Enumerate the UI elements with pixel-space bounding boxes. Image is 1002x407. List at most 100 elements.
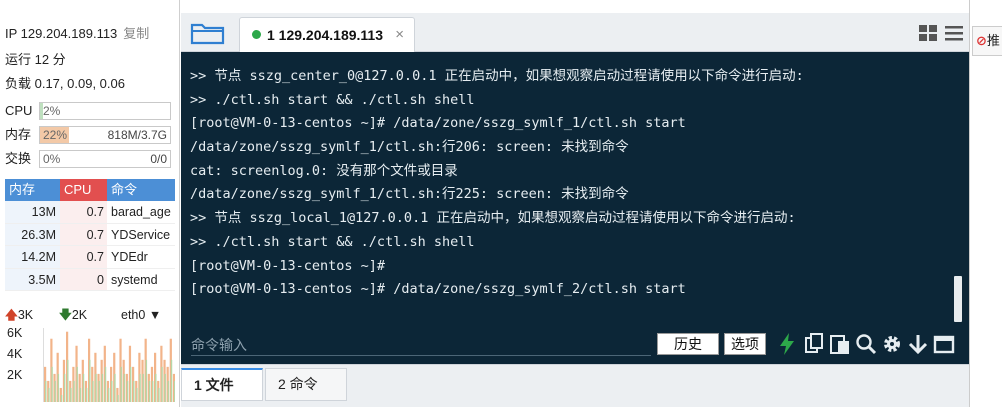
download-bar (170, 359, 173, 402)
download-bar (126, 380, 129, 402)
grid-view-icon[interactable] (918, 24, 938, 42)
paste-icon[interactable] (829, 332, 851, 356)
proc-command: YDEdr (111, 250, 148, 264)
terminal-line: >> 节点 sszg_local_1@127.0.0.1 正在启动中，如果想观察… (190, 210, 796, 227)
download-bar (48, 387, 50, 402)
download-bar (60, 394, 63, 402)
download-bar (70, 387, 72, 402)
system-monitor-panel: IP 129.204.189.113 复制 运行 12 分 负载 0.17, 0.… (0, 0, 180, 407)
swap-meter-label: 交换 (5, 151, 32, 166)
session-tab-bar: 1 129.204.189.113 × (181, 13, 969, 53)
gear-icon[interactable] (881, 332, 903, 356)
terminal-line: [root@VM-0-13-centos ~]# /data/zone/sszg… (190, 281, 686, 298)
proc-cpu: 0.7 (60, 201, 107, 223)
download-bar (67, 359, 69, 402)
download-bar (173, 380, 175, 402)
side-button[interactable]: ⊘推 (972, 26, 1002, 56)
cpu-meter-percent: 2% (43, 104, 61, 118)
copy-icon[interactable] (803, 332, 825, 356)
lightning-icon[interactable] (776, 332, 798, 356)
download-bar (57, 373, 60, 402)
download-bar (95, 373, 97, 402)
download-bar (167, 380, 170, 402)
bottom-tab-bar: 1 文件 2 命令 (181, 364, 969, 407)
download-bar (79, 387, 82, 402)
download-bar (92, 380, 94, 402)
terminal-view[interactable]: >> 节点 sszg_center_0@127.0.0.1 正在启动中，如果想观… (181, 52, 969, 364)
caret-down-icon: ▼ (148, 308, 162, 322)
download-bar (98, 380, 100, 402)
download-bar (117, 394, 119, 402)
terminal-line: >> ./ctl.sh start && ./ctl.sh shell (190, 91, 475, 108)
copy-ip-button[interactable]: 复制 (123, 26, 149, 41)
download-bar (63, 373, 66, 402)
download-bar (114, 373, 116, 402)
proc-command: YDService (111, 227, 171, 242)
terminal-output: >> 节点 sszg_center_0@127.0.0.1 正在启动中，如果想观… (190, 65, 804, 302)
mem-meter-label: 内存 (5, 127, 32, 142)
table-row[interactable]: 14.2M 0.7 YDEdr (5, 246, 175, 269)
sort-by-cpu-header[interactable]: CPU (60, 179, 107, 201)
proc-mem: 26.3M (5, 223, 60, 245)
download-bar (129, 366, 132, 402)
side-button-label: 推 (986, 33, 1000, 48)
download-bar (89, 359, 91, 402)
tab-files[interactable]: 1 文件 (181, 368, 263, 401)
cpu-meter: 2% (39, 102, 171, 120)
menu-icon[interactable] (944, 23, 964, 43)
proc-mem: 13M (5, 201, 60, 223)
table-row[interactable]: 13M 0.7 barad_age (5, 201, 175, 224)
network-graph (43, 328, 175, 402)
sort-by-mem-header[interactable]: 内存 (5, 179, 60, 201)
swap-meter: 0% 0/0 (39, 150, 171, 168)
arrow-up-icon: 🡅 (5, 308, 18, 322)
search-icon[interactable] (855, 332, 877, 356)
terminal-line: /data/zone/sszg_symlf_1/ctl.sh:行225: scr… (190, 186, 629, 203)
load-average: 负载 0.17, 0.09, 0.06 (5, 76, 125, 91)
proc-cpu: 0 (60, 268, 107, 290)
right-edge-panel (969, 0, 1002, 407)
terminal-line: [root@VM-0-13-centos ~]# /data/zone/sszg… (190, 115, 686, 132)
terminal-line: >> 节点 sszg_center_0@127.0.0.1 正在启动中，如果想观… (190, 68, 804, 84)
terminal-scrollbar[interactable] (954, 276, 962, 322)
download-bar (120, 366, 122, 402)
tab-session-1[interactable]: 1 129.204.189.113 × (239, 17, 415, 53)
interface-select[interactable]: eth0 ▼ (121, 306, 161, 324)
download-bar (158, 387, 160, 402)
network-header: 🡅3K 🡇2K eth0 ▼ (5, 306, 175, 324)
download-bar (76, 366, 78, 402)
maximize-icon[interactable] (933, 332, 955, 356)
download-bar (101, 373, 104, 402)
download-bar (51, 366, 53, 402)
table-row[interactable]: 3.5M 0 systemd (5, 268, 175, 291)
download-bar (139, 373, 141, 402)
command-input[interactable] (191, 334, 651, 356)
download-icon[interactable] (907, 332, 929, 356)
sort-by-command-header[interactable]: 命令 (107, 179, 175, 201)
proc-command: barad_age (111, 205, 171, 219)
mem-meter-percent: 22% (43, 128, 68, 142)
download-bar (54, 380, 56, 402)
tab-commands[interactable]: 2 命令 (265, 368, 347, 401)
upload-rate: 🡅3K (5, 308, 34, 322)
proc-cpu: 0.7 (60, 246, 107, 268)
terminal-line: /data/zone/sszg_symlf_1/ctl.sh:行206: scr… (190, 139, 629, 156)
table-row[interactable]: 26.3M 0.7 YDService (5, 223, 175, 246)
download-bar (73, 380, 75, 402)
download-bar (151, 380, 154, 402)
close-circle-icon: ⊘ (976, 33, 987, 48)
mem-meter: 22% 818M/3.7G (39, 126, 171, 144)
options-button[interactable]: 选项 (724, 333, 766, 355)
arrow-down-icon: 🡇 (59, 308, 72, 322)
server-ip: IP 129.204.189.113 (5, 26, 118, 41)
cpu-meter-label: CPU (5, 103, 33, 118)
network-monitor: 🡅3K 🡇2K eth0 ▼ 6K 4K 2K (5, 306, 175, 404)
close-tab-icon[interactable]: × (395, 18, 404, 52)
folder-icon[interactable] (189, 19, 227, 47)
download-bar (148, 380, 151, 402)
download-bar (85, 387, 88, 402)
history-button[interactable]: 历史 (657, 333, 719, 355)
connected-status-icon (252, 30, 261, 39)
command-bar: 历史 选项 (181, 329, 969, 364)
proc-cpu: 0.7 (60, 223, 107, 245)
